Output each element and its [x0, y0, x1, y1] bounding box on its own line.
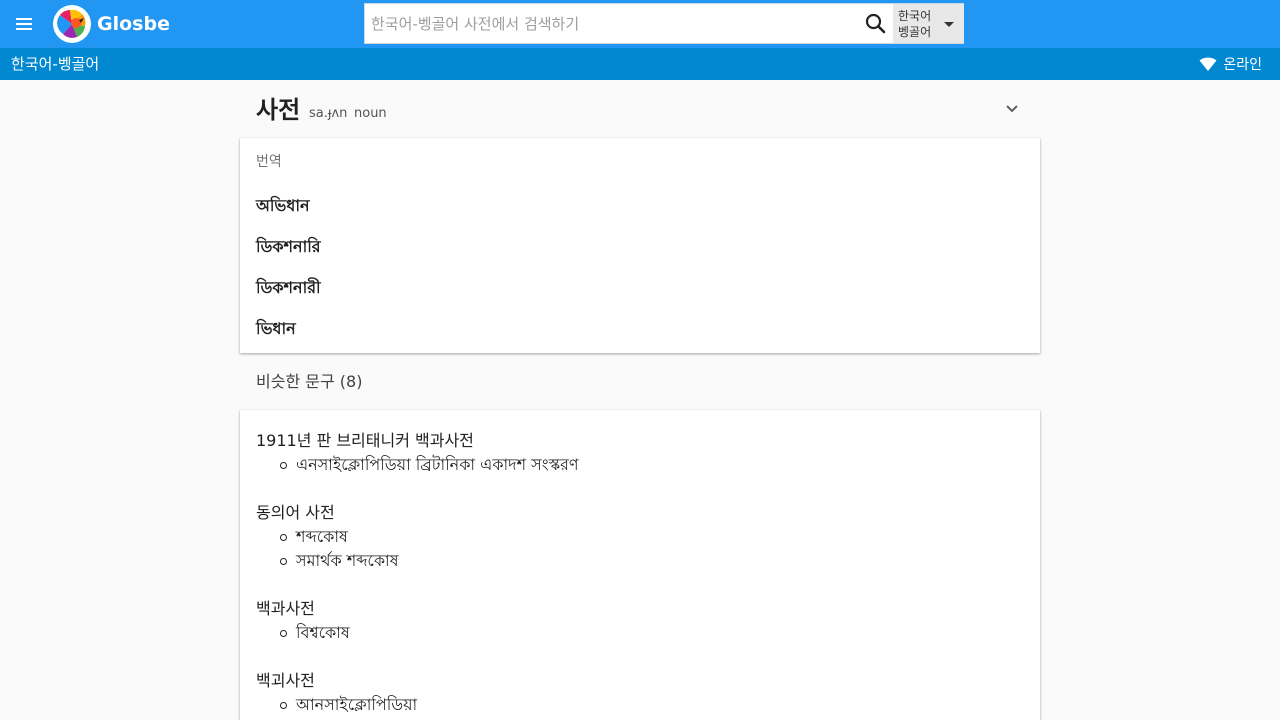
- similar-phrases-card: 1911년 판 브리태니커 백과사전 এনসাইক্লোপিডিয়া ব্রি…: [240, 410, 1040, 720]
- online-status-label: 온라인: [1223, 57, 1262, 73]
- phrase-translation[interactable]: সমার্থক শব্দকোষ: [280, 551, 399, 571]
- glosbe-logo-icon[interactable]: [53, 5, 91, 43]
- phonetic-transcription: sa.ɟʌn: [309, 106, 348, 121]
- dictionary-bar: 한국어-벵골어 온라인: [0, 48, 1280, 80]
- phrase-translation[interactable]: শব্দকোষ: [280, 527, 348, 547]
- source-language-label: 한국어: [898, 9, 932, 23]
- search-input[interactable]: [365, 4, 861, 43]
- translation-item[interactable]: ভিধান: [256, 318, 296, 340]
- headword: 사전: [256, 96, 301, 124]
- phrase-source[interactable]: 백괴사전: [256, 671, 315, 691]
- similar-phrases-title: 비슷한 문구 (8): [256, 372, 363, 391]
- phrase-source[interactable]: 동의어 사전: [256, 503, 335, 523]
- wifi-icon: [1199, 57, 1217, 71]
- translations-label: 번역: [256, 154, 282, 170]
- app-name[interactable]: Glosbe: [97, 12, 170, 36]
- phrase-translation[interactable]: আনসাইক্লোপিডিয়া: [279, 695, 417, 715]
- phrase-translation[interactable]: বিশ্বকোষ: [280, 623, 350, 643]
- search-bar: 한국어 벵골어: [364, 3, 964, 44]
- dictionary-title[interactable]: 한국어-벵골어: [11, 54, 99, 74]
- phrase-translation[interactable]: এনসাইক্লোপিডিয়া ব্রিটানিকা একাদশ সংস্কর…: [280, 455, 579, 475]
- search-icon[interactable]: [863, 11, 889, 37]
- translation-item[interactable]: ডিকশনারী: [256, 277, 321, 299]
- target-language-label: 벵골어: [898, 25, 932, 39]
- phrase-source[interactable]: 백과사전: [256, 599, 315, 619]
- dropdown-caret-icon: [944, 22, 954, 27]
- menu-icon[interactable]: [10, 12, 38, 36]
- translations-card: 번역 অভিধান ডিকশনারি ডিকশনারী ভিধান: [240, 138, 1040, 353]
- translation-item[interactable]: অভিধান: [256, 195, 310, 217]
- translation-item[interactable]: ডিকশনারি: [256, 236, 321, 258]
- top-app-bar: Glosbe 한국어 벵골어: [0, 0, 1280, 48]
- language-pair-select[interactable]: 한국어 벵골어: [893, 4, 964, 43]
- phrase-source[interactable]: 1911년 판 브리태니커 백과사전: [256, 431, 474, 451]
- chevron-down-icon[interactable]: [1000, 97, 1024, 121]
- part-of-speech: noun: [354, 106, 387, 121]
- online-status: 온라인: [1199, 54, 1262, 74]
